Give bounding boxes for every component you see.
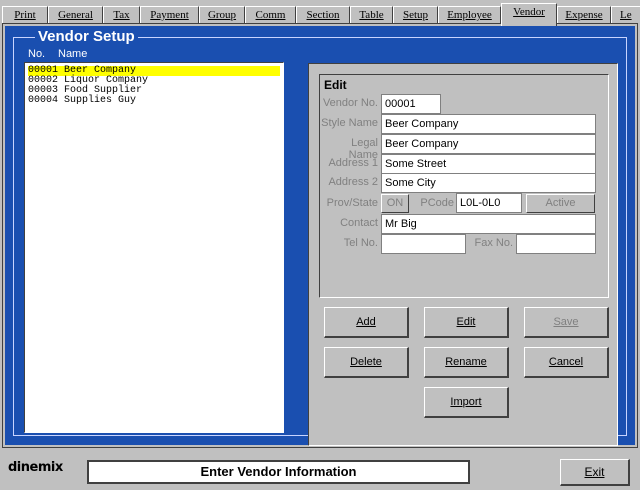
import-button[interactable]: Import [424, 387, 509, 418]
tab-setup[interactable]: Setup [393, 6, 438, 24]
tel-no-label: Tel No. [343, 237, 378, 249]
prov-state-label: Prov/State [326, 197, 378, 209]
edit-panel: Edit Vendor No. 00001 Style Name Beer Co… [308, 63, 618, 446]
contact-label: Contact [340, 217, 378, 229]
tab-payment[interactable]: Payment [140, 6, 199, 24]
rename-button[interactable]: Rename [424, 347, 509, 378]
pcode-field[interactable]: L0L-0L0 [456, 193, 522, 213]
active-status-button[interactable]: Active [526, 194, 595, 213]
pcode-label: PCode [420, 197, 454, 209]
address1-label: Address 1 [328, 157, 378, 169]
list-header-name: Name [58, 48, 88, 60]
prov-state-button[interactable]: ON [381, 194, 409, 213]
tab-group[interactable]: Group [199, 6, 245, 24]
vendor-no-field[interactable]: 00001 [381, 94, 441, 114]
address1-field[interactable]: Some Street [381, 154, 596, 174]
tab-section[interactable]: Section [296, 6, 350, 24]
delete-button[interactable]: Delete [324, 347, 409, 378]
vendor-no-label: Vendor No. [322, 97, 378, 109]
address2-label: Address 2 [328, 176, 378, 188]
edit-frame: Edit Vendor No. 00001 Style Name Beer Co… [319, 74, 609, 298]
vendor-setup-panel: Vendor Setup No. Name 00001 Beer Company… [2, 23, 638, 448]
tel-no-field[interactable] [381, 234, 466, 254]
list-header-no: No. [28, 48, 46, 60]
save-button[interactable]: Save [524, 307, 609, 338]
cancel-button[interactable]: Cancel [524, 347, 609, 378]
style-name-field[interactable]: Beer Company [381, 114, 596, 134]
tab-vendor[interactable]: Vendor [501, 3, 557, 26]
contact-field[interactable]: Mr Big [381, 214, 596, 234]
exit-button[interactable]: Exit [560, 459, 630, 486]
add-button[interactable]: Add [324, 307, 409, 338]
fax-no-label: Fax No. [474, 237, 513, 249]
tab-strip: Print General Tax Payment Group Comm Sec… [0, 0, 640, 26]
tab-employee[interactable]: Employee [438, 6, 501, 24]
vendor-list[interactable]: 00001 Beer Company 00002 Liquor Company … [24, 62, 284, 433]
tab-table[interactable]: Table [350, 6, 393, 24]
fax-no-field[interactable] [516, 234, 596, 254]
legal-name-field[interactable]: Beer Company [381, 134, 596, 154]
list-item[interactable]: 00004 Supplies Guy [28, 96, 136, 106]
tab-tax[interactable]: Tax [103, 6, 140, 24]
style-name-label: Style Name [321, 117, 378, 129]
tab-print[interactable]: Print [2, 6, 48, 24]
tab-expense[interactable]: Expense [557, 6, 611, 24]
tab-general[interactable]: General [48, 6, 103, 24]
footer-bar: dinemix Enter Vendor Information Exit [0, 452, 640, 490]
page-title: Vendor Setup [35, 28, 138, 45]
status-message: Enter Vendor Information [87, 460, 470, 484]
edit-button[interactable]: Edit [424, 307, 509, 338]
dinemix-logo: dinemix [8, 460, 63, 475]
tab-overflow[interactable]: Le [611, 6, 640, 24]
tab-comm[interactable]: Comm [245, 6, 296, 24]
address2-field[interactable]: Some City [381, 173, 596, 193]
edit-title: Edit [324, 78, 347, 92]
